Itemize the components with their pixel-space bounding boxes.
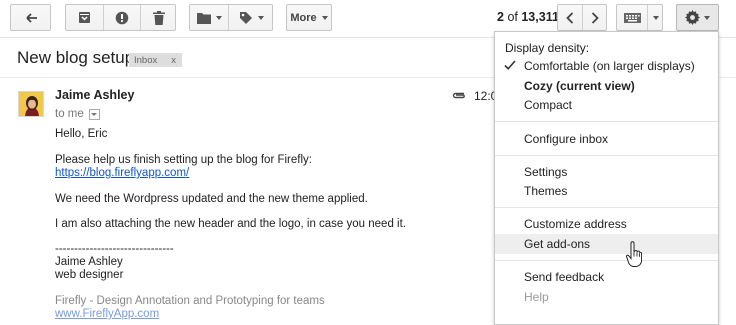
- density-header: Display density:: [505, 41, 590, 55]
- chevron-down-icon: [704, 15, 710, 20]
- move-to-button[interactable]: [190, 5, 228, 30]
- gear-icon: [685, 10, 700, 25]
- menu-item-comfortable[interactable]: Comfortable (on larger displays): [495, 56, 718, 76]
- pager-total: 13,311: [521, 10, 559, 24]
- recipient-line: to me: [55, 108, 100, 120]
- folder-icon: [196, 12, 211, 24]
- menu-item-send-feedback[interactable]: Send feedback: [495, 267, 718, 287]
- menu-item-settings[interactable]: Settings: [495, 162, 718, 182]
- checkmark-icon: [504, 59, 516, 74]
- menu-item-help[interactable]: Help: [495, 287, 718, 307]
- menu-item-themes[interactable]: Themes: [495, 181, 718, 201]
- menu-item-configure-inbox[interactable]: Configure inbox: [495, 129, 718, 149]
- back-arrow-icon: [24, 12, 38, 24]
- footer-text: Firefly - Design Annotation and Prototyp…: [55, 295, 325, 307]
- more-button-label: More: [290, 11, 317, 24]
- hand-cursor-icon: [626, 241, 643, 270]
- body-paragraph-1: Please help us finish setting up the blo…: [55, 154, 312, 166]
- message-subject: New blog setup: [17, 48, 135, 67]
- pager-buttons: [557, 4, 607, 31]
- body-paragraph-2: We need the Wordpress updated and the ne…: [55, 193, 368, 205]
- menu-separator: [495, 121, 718, 122]
- menu-item-customize-address[interactable]: Customize address: [495, 214, 718, 234]
- report-spam-button[interactable]: [104, 5, 140, 30]
- input-tools-button[interactable]: [617, 5, 647, 30]
- attachment-icon: [451, 89, 467, 103]
- recipient-text: to me: [55, 108, 84, 120]
- action-button-group: [65, 4, 176, 31]
- more-button[interactable]: More: [286, 4, 332, 31]
- menu-separator: [495, 260, 718, 261]
- settings-menu: Display density: Comfortable (on larger …: [494, 31, 719, 325]
- signature-rule: -------------------------------: [55, 243, 174, 255]
- show-details-button[interactable]: [88, 108, 100, 120]
- archive-button[interactable]: [66, 5, 103, 30]
- chevron-left-icon: [566, 11, 574, 24]
- labels-button[interactable]: [229, 5, 273, 30]
- chevron-down-icon: [215, 15, 222, 20]
- signature-name: Jaime Ashley: [55, 256, 123, 268]
- older-button[interactable]: [583, 5, 607, 30]
- chevron-right-icon: [591, 11, 599, 24]
- menu-item-compact[interactable]: Compact: [495, 95, 718, 115]
- newer-button[interactable]: [558, 5, 582, 30]
- pager-range: 2: [497, 10, 504, 24]
- move-label-group: [189, 4, 273, 31]
- delete-icon: [152, 10, 165, 25]
- archive-icon: [78, 11, 91, 24]
- greeting: Hello, Eric: [55, 128, 108, 140]
- footer-link[interactable]: www.FireflyApp.com: [55, 308, 159, 320]
- settings-gear-button[interactable]: [676, 4, 719, 31]
- sender-name[interactable]: Jaime Ashley: [55, 88, 134, 102]
- label-tag-icon: [239, 11, 253, 25]
- input-tools-dropdown[interactable]: [648, 5, 663, 30]
- chevron-down-icon: [652, 15, 659, 20]
- signature-title: web designer: [55, 269, 124, 281]
- remove-label-button[interactable]: x: [171, 55, 176, 66]
- menu-item-cozy[interactable]: Cozy (current view): [495, 76, 718, 96]
- menu-separator: [495, 207, 718, 208]
- pager-of: of: [507, 10, 518, 24]
- pager-count: 2 of 13,311: [497, 10, 559, 24]
- keyboard-icon: [623, 12, 641, 23]
- body-paragraph-3: I am also attaching the new header and t…: [55, 218, 406, 230]
- avatar[interactable]: [18, 91, 44, 117]
- delete-button[interactable]: [141, 5, 176, 30]
- menu-item-get-addons[interactable]: Get add-ons: [495, 234, 718, 254]
- report-spam-icon: [115, 11, 129, 25]
- chevron-down-icon: [321, 15, 328, 20]
- label-name[interactable]: Inbox: [134, 55, 157, 66]
- menu-item-comfortable-label: Comfortable (on larger displays): [524, 59, 695, 73]
- input-tools-group: [616, 4, 663, 31]
- back-button[interactable]: [10, 4, 51, 31]
- chevron-down-icon: [257, 15, 264, 20]
- chevron-down-icon: [91, 112, 98, 116]
- blog-link[interactable]: https://blog.fireflyapp.com/: [55, 167, 189, 179]
- inbox-label-chip: Inbox x: [129, 53, 182, 67]
- menu-separator: [495, 155, 718, 156]
